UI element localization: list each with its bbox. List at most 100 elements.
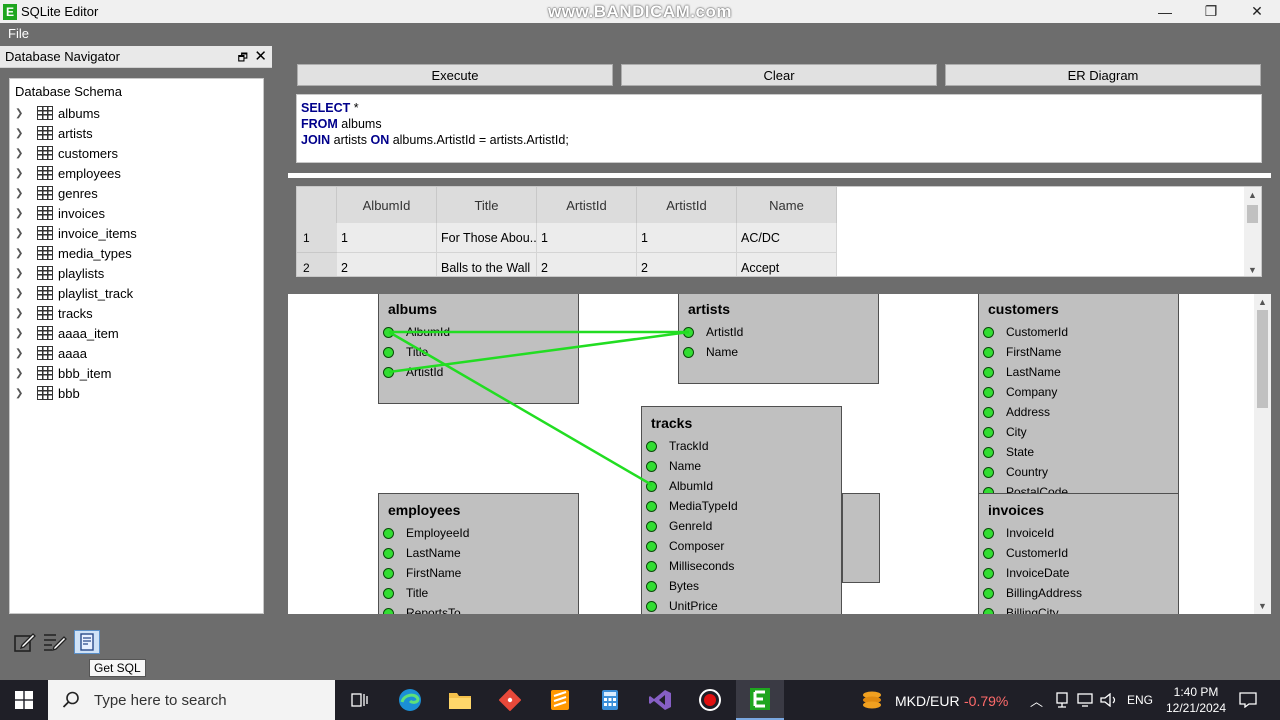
grid-cell[interactable]: Balls to the Wall — [437, 253, 537, 276]
tree-item-media_types[interactable]: ❯ media_types — [15, 243, 132, 263]
er-diagram-canvas[interactable]: albums AlbumId Title ArtistId artists ArtistI… — [288, 294, 1271, 614]
screen-recorder-icon[interactable] — [686, 680, 734, 720]
currency-widget-icon[interactable] — [850, 680, 894, 720]
taskbar: Type here to search MKD/EUR -0.79% ︿ ENG — [0, 680, 1280, 720]
chevron-right-icon[interactable]: ❯ — [15, 388, 29, 399]
schema-tree: Database Schema ❯ albums ❯ artists ❯ customer… — [9, 78, 264, 614]
edge-browser-icon[interactable] — [386, 680, 434, 720]
sql-keyword: ON — [370, 133, 390, 147]
tree-item-playlist_track[interactable]: ❯ playlist_track — [15, 283, 133, 303]
column-header[interactable]: ArtistId — [537, 187, 637, 223]
chevron-right-icon[interactable]: ❯ — [15, 168, 29, 179]
scroll-up-icon[interactable]: ▲ — [1244, 187, 1261, 203]
execute-button[interactable]: Execute — [297, 64, 613, 86]
chevron-right-icon[interactable]: ❯ — [15, 188, 29, 199]
clear-button[interactable]: Clear — [621, 64, 937, 86]
tree-item-label: media_types — [58, 245, 132, 261]
chevron-right-icon[interactable]: ❯ — [15, 348, 29, 359]
taskbar-search[interactable]: Type here to search — [48, 680, 335, 720]
network-icon[interactable] — [1052, 680, 1072, 720]
monitor-icon[interactable] — [1074, 680, 1096, 720]
row-header[interactable]: 1 — [297, 223, 337, 253]
get-sql-icon[interactable] — [74, 630, 100, 654]
chevron-right-icon[interactable]: ❯ — [15, 208, 29, 219]
tree-item-bbb[interactable]: ❯ bbb — [15, 383, 80, 403]
tree-item-artists[interactable]: ❯ artists — [15, 123, 93, 143]
file-explorer-icon[interactable] — [436, 680, 484, 720]
relation-line — [388, 330, 690, 374]
tree-item-invoice_items[interactable]: ❯ invoice_items — [15, 223, 137, 243]
grid-cell[interactable]: For Those Abou... — [437, 223, 537, 253]
table-icon — [37, 166, 53, 180]
chevron-right-icon[interactable]: ❯ — [15, 328, 29, 339]
column-header[interactable]: ArtistId — [637, 187, 737, 223]
visual-studio-icon[interactable] — [636, 680, 684, 720]
grid-cell[interactable]: 1 — [537, 223, 637, 253]
chevron-right-icon[interactable]: ❯ — [15, 148, 29, 159]
system-clock[interactable]: 1:40 PM 12/21/2024 — [1160, 684, 1232, 716]
tree-item-label: aaaa_item — [58, 325, 119, 341]
chevron-right-icon[interactable]: ❯ — [15, 288, 29, 299]
results-grid[interactable]: ▲ ▼ AlbumId Title ArtistId ArtistId Name 1 1 Fo… — [296, 186, 1262, 277]
git-icon[interactable] — [486, 680, 534, 720]
grid-cell[interactable]: 2 — [537, 253, 637, 276]
tree-item-genres[interactable]: ❯ genres — [15, 183, 98, 203]
tree-item-playlists[interactable]: ❯ playlists — [15, 263, 104, 283]
currency-pair[interactable]: MKD/EUR — [895, 693, 960, 709]
table-icon — [37, 126, 53, 140]
chevron-right-icon[interactable]: ❯ — [15, 368, 29, 379]
maximize-button[interactable]: ❐ — [1188, 0, 1234, 23]
row-header[interactable]: 2 — [297, 253, 337, 276]
tree-item-bbb_item[interactable]: ❯ bbb_item — [15, 363, 111, 383]
grid-cell[interactable]: 1 — [637, 223, 737, 253]
sql-text: albums — [337, 117, 382, 131]
windows-start-icon[interactable] — [0, 680, 48, 720]
menu-file[interactable]: File — [8, 26, 29, 41]
grid-scrollbar[interactable]: ▲ ▼ — [1244, 187, 1261, 276]
tree-item-aaaa[interactable]: ❯ aaaa — [15, 343, 87, 363]
sublime-text-icon[interactable] — [536, 680, 584, 720]
grid-cell[interactable]: Accept — [737, 253, 837, 276]
navigator-close-icon[interactable]: ✕ — [254, 47, 267, 65]
sqlite-editor-taskbar-icon[interactable] — [736, 680, 784, 720]
chevron-right-icon[interactable]: ❯ — [15, 228, 29, 239]
edit-list-icon[interactable] — [42, 630, 68, 654]
chevron-right-icon[interactable]: ❯ — [15, 268, 29, 279]
chevron-right-icon[interactable]: ❯ — [15, 108, 29, 119]
grid-cell[interactable]: 2 — [637, 253, 737, 276]
grid-cell[interactable]: 1 — [337, 223, 437, 253]
tree-item-customers[interactable]: ❯ customers — [15, 143, 118, 163]
clock-time: 1:40 PM — [1173, 685, 1219, 699]
scroll-down-icon[interactable]: ▼ — [1244, 262, 1261, 276]
chevron-right-icon[interactable]: ❯ — [15, 248, 29, 259]
task-view-icon[interactable] — [336, 680, 384, 720]
calculator-icon[interactable] — [586, 680, 634, 720]
edit-icon[interactable] — [12, 630, 38, 654]
table-icon — [37, 226, 53, 240]
tree-item-invoices[interactable]: ❯ invoices — [15, 203, 105, 223]
float-window-icon[interactable]: 🗗 — [238, 49, 248, 68]
column-header[interactable]: AlbumId — [337, 187, 437, 223]
er-diagram-button[interactable]: ER Diagram — [945, 64, 1261, 86]
tree-item-albums[interactable]: ❯ albums — [15, 103, 100, 123]
tree-item-aaaa_item[interactable]: ❯ aaaa_item — [15, 323, 119, 343]
chevron-right-icon[interactable]: ❯ — [15, 128, 29, 139]
sql-text: * — [350, 101, 359, 115]
tray-overflow-icon[interactable]: ︿ — [1030, 691, 1043, 710]
column-header[interactable]: Title — [437, 187, 537, 223]
input-language[interactable]: ENG — [1127, 693, 1153, 707]
close-button[interactable]: ✕ — [1234, 0, 1280, 23]
scroll-thumb[interactable] — [1247, 205, 1258, 223]
tree-item-label: albums — [58, 105, 100, 121]
volume-icon[interactable] — [1098, 680, 1120, 720]
column-header[interactable]: Name — [737, 187, 837, 223]
tree-item-tracks[interactable]: ❯ tracks — [15, 303, 93, 323]
sql-editor[interactable]: SELECT * FROM albums JOIN artists ON alb… — [296, 94, 1262, 163]
grid-cell[interactable]: AC/DC — [737, 223, 837, 253]
grid-cell[interactable]: 2 — [337, 253, 437, 276]
splitter[interactable] — [288, 173, 1271, 178]
minimize-button[interactable]: — — [1142, 0, 1188, 23]
notifications-icon[interactable] — [1236, 680, 1260, 720]
tree-item-employees[interactable]: ❯ employees — [15, 163, 121, 183]
chevron-right-icon[interactable]: ❯ — [15, 308, 29, 319]
